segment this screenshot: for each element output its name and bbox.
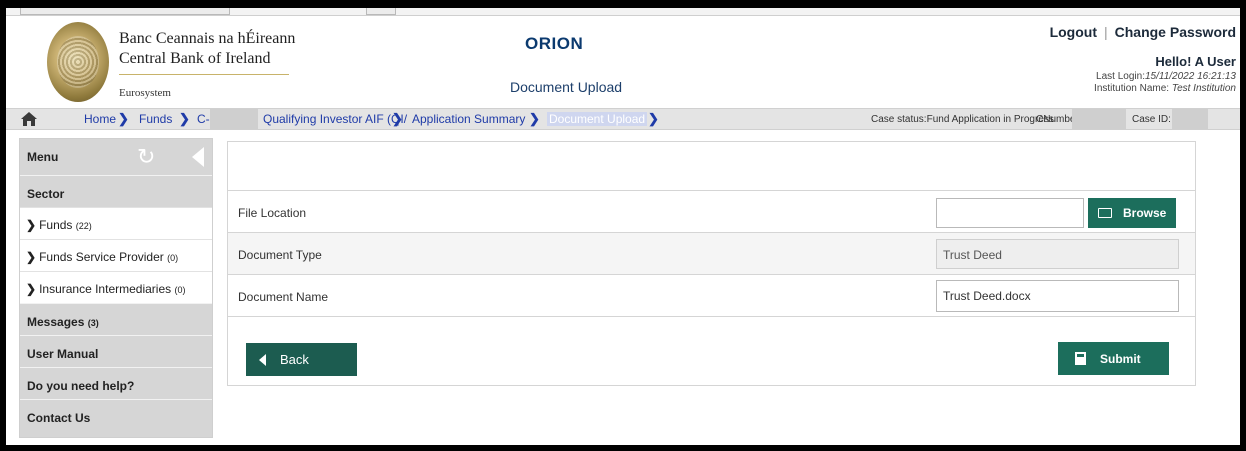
window-border (0, 0, 1246, 451)
